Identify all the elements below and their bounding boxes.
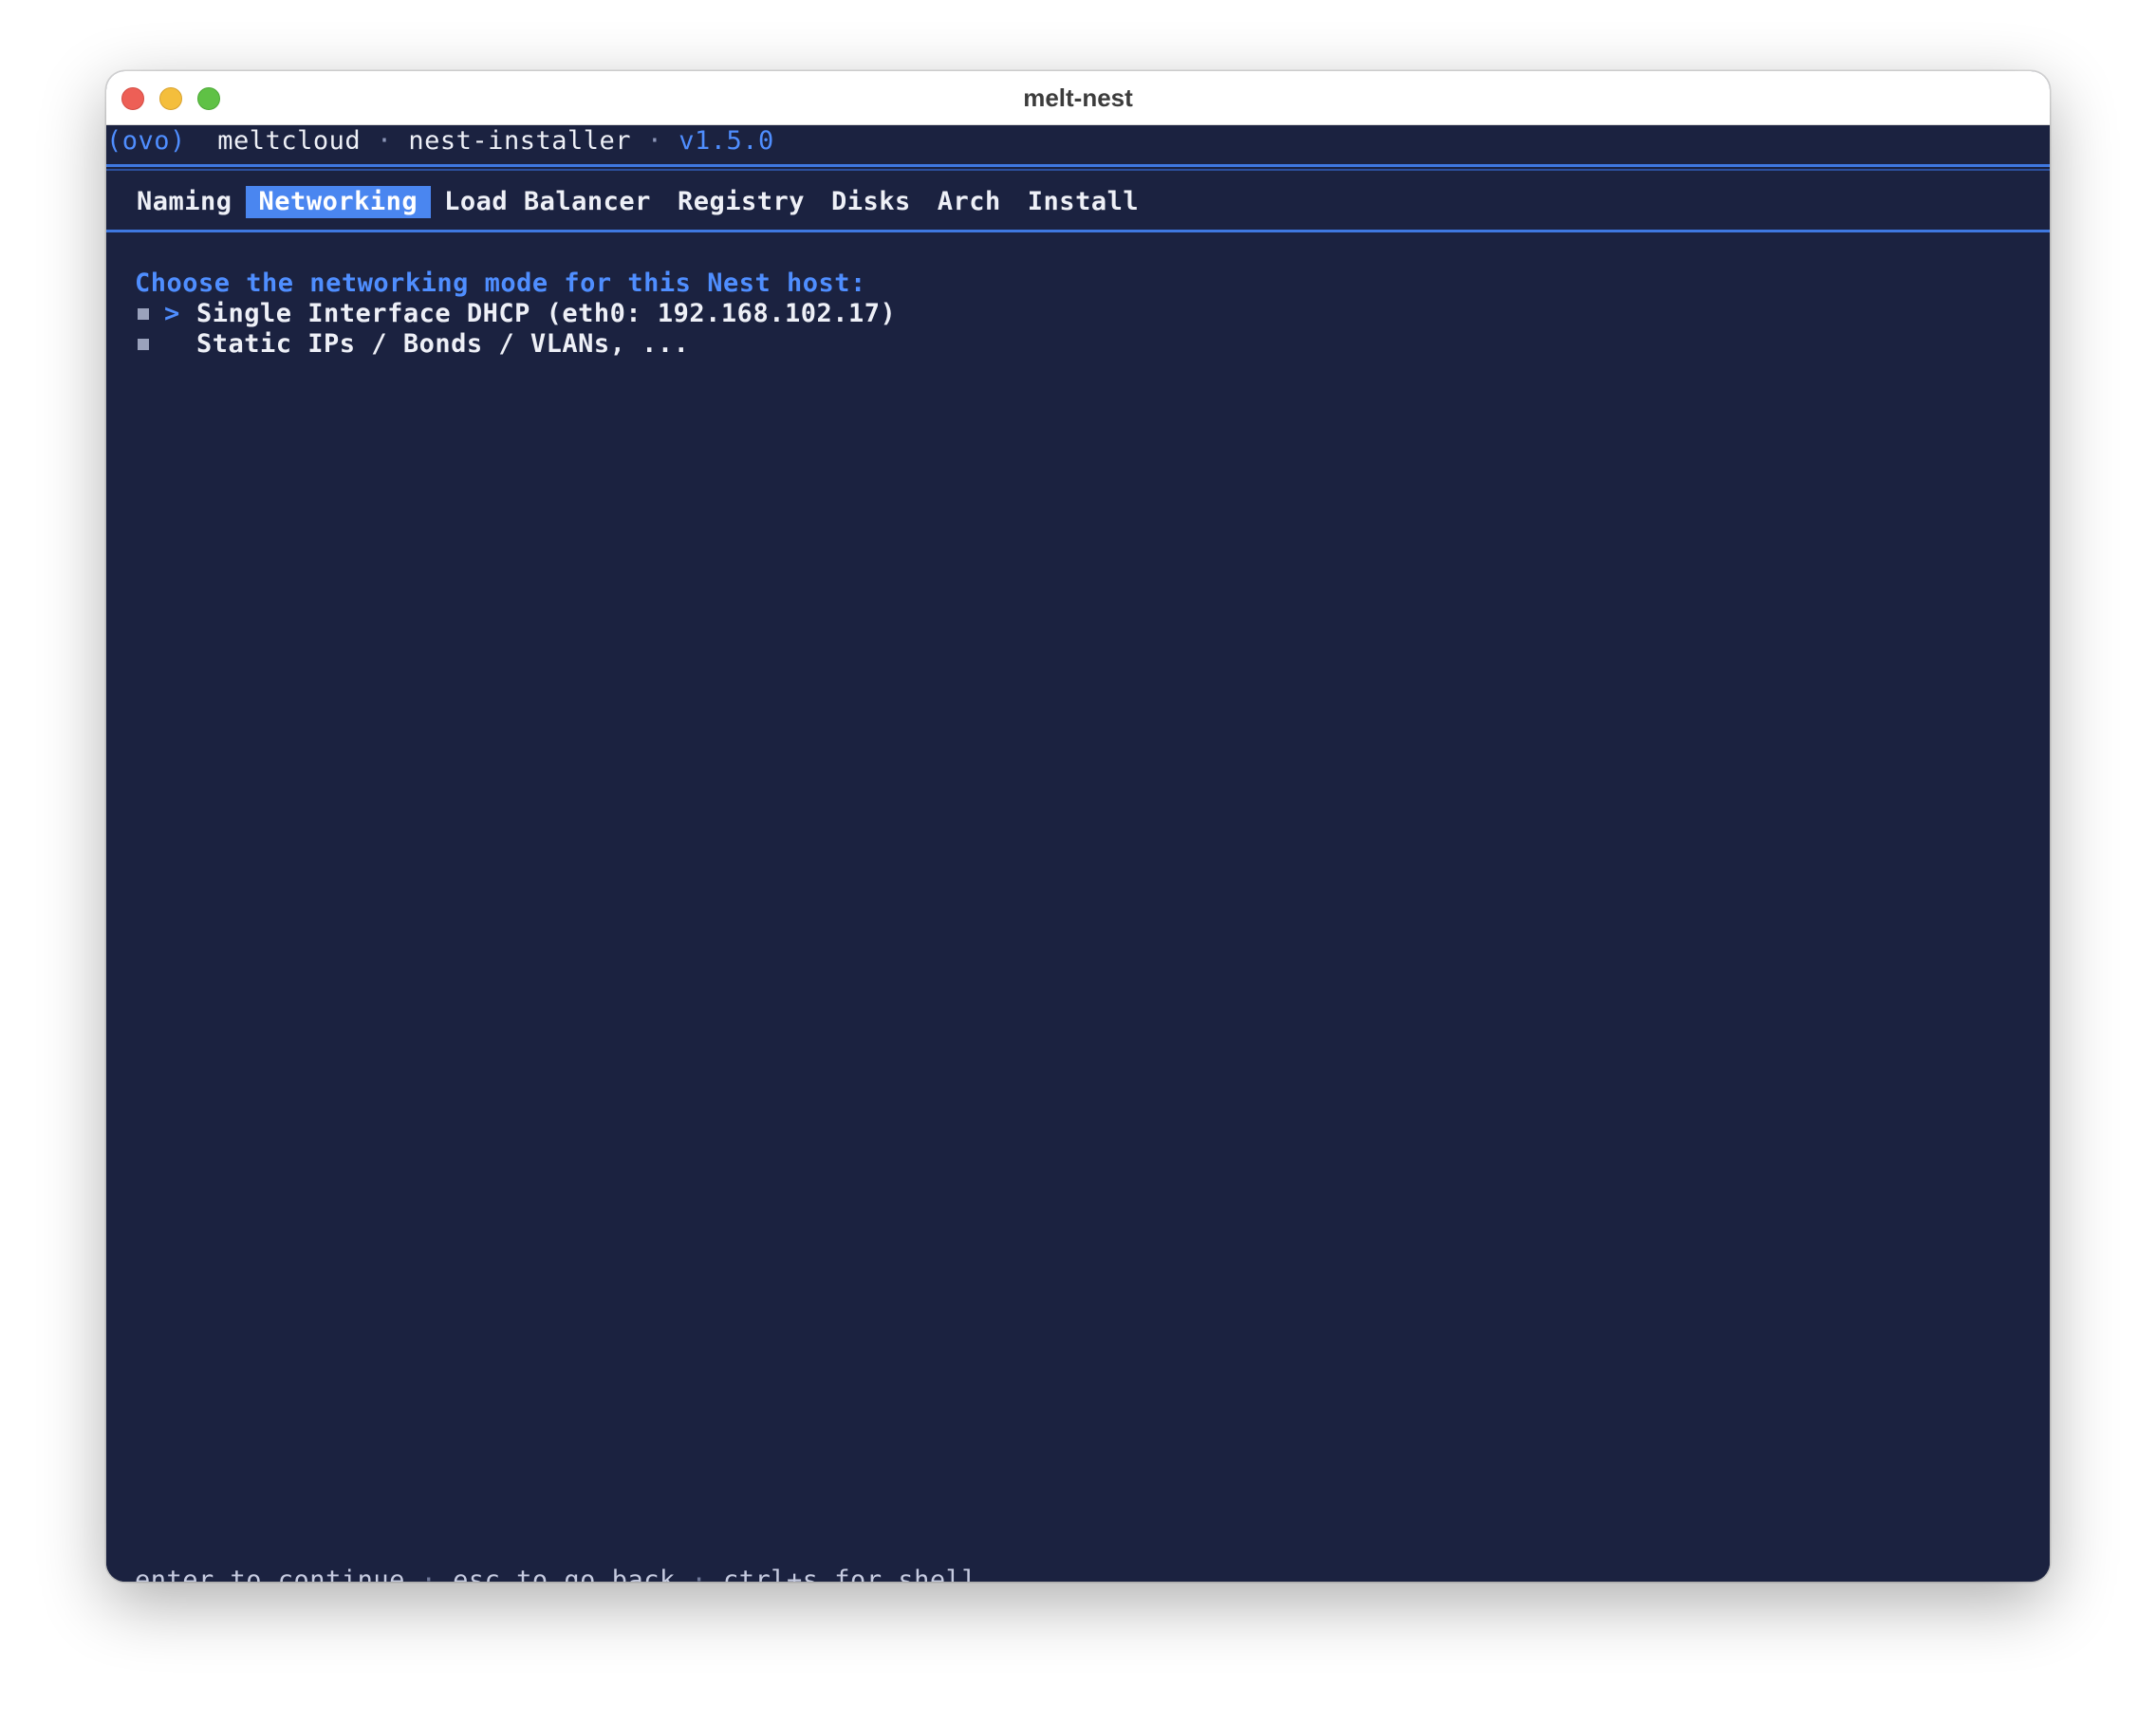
hint-shell: ctrl+s for shell xyxy=(723,1566,978,1582)
header-separator: · xyxy=(646,126,663,156)
terminal-window: melt-nest (ovo) meltcloud · nest-install… xyxy=(106,71,2050,1582)
header-separator: · xyxy=(376,126,393,156)
tab-install[interactable]: Install xyxy=(1014,186,1152,218)
tab-arch[interactable]: Arch xyxy=(924,186,1014,218)
app-name: nest-installer xyxy=(408,126,631,156)
app-version: v1.5.0 xyxy=(678,126,774,156)
app-header: (ovo) meltcloud · nest-installer · v1.5.… xyxy=(106,125,774,157)
header-divider-inner xyxy=(106,169,2050,171)
hint-continue: enter to continue xyxy=(135,1566,405,1582)
selection-caret-icon: > xyxy=(164,299,180,328)
networking-prompt: Choose the networking mode for this Nest… xyxy=(135,269,866,298)
tab-registry[interactable]: Registry xyxy=(664,186,818,218)
selection-caret-icon: > xyxy=(164,328,196,361)
tabs-divider xyxy=(106,230,2050,232)
option-label: Single Interface DHCP (eth0: 192.168.102… xyxy=(196,299,897,328)
bullet-icon xyxy=(138,308,149,320)
tab-naming[interactable]: Naming xyxy=(135,186,246,218)
terminal-screen[interactable]: (ovo) meltcloud · nest-installer · v1.5.… xyxy=(106,125,2050,1582)
hint-separator: · xyxy=(420,1566,437,1582)
tab-disks[interactable]: Disks xyxy=(818,186,924,218)
keyboard-hints: enter to continue · esc to go back · ctr… xyxy=(135,1565,977,1582)
tab-networking[interactable]: Networking xyxy=(245,186,432,218)
option-static-ips[interactable]: > Static IPs / Bonds / VLANs, ... xyxy=(135,328,689,361)
app-logo: (ovo) xyxy=(106,126,186,156)
step-tabs: Naming Networking Load Balancer Registry… xyxy=(135,186,1152,218)
window-title: melt-nest xyxy=(1023,83,1133,112)
brand-name: meltcloud xyxy=(217,126,362,156)
tab-load-balancer[interactable]: Load Balancer xyxy=(431,186,664,218)
option-label: Static IPs / Bonds / VLANs, ... xyxy=(196,329,690,359)
hint-back: esc to go back xyxy=(453,1566,676,1582)
title-bar: melt-nest xyxy=(106,71,2050,125)
option-single-interface-dhcp[interactable]: > Single Interface DHCP (eth0: 192.168.1… xyxy=(135,298,896,330)
hint-separator: · xyxy=(691,1566,708,1582)
bullet-icon xyxy=(138,339,149,350)
header-divider xyxy=(106,164,2050,167)
